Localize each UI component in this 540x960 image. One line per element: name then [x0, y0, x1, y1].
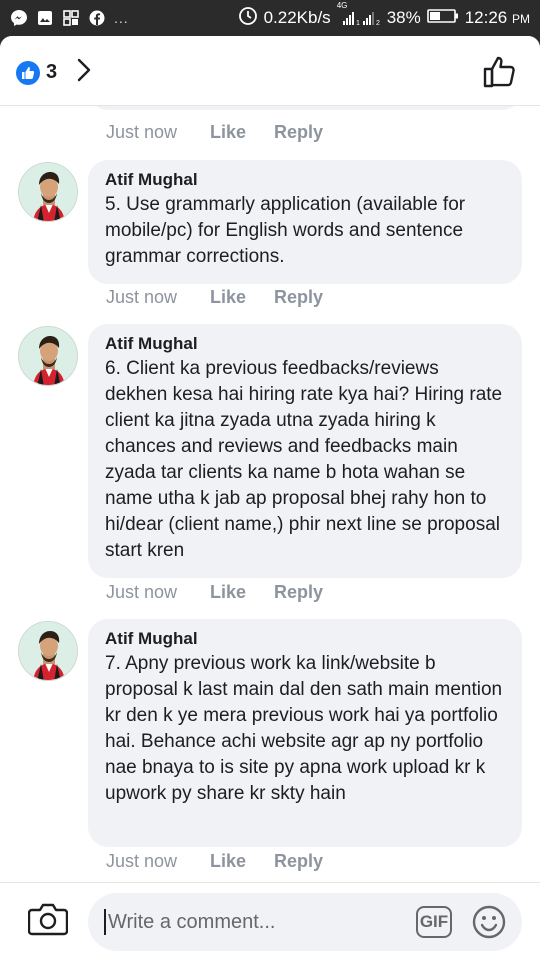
signal-icon: 4G 1 2 [337, 1, 381, 27]
facebook-icon [88, 9, 106, 27]
reactions-header: 3 [0, 36, 540, 106]
comment-bubble[interactable]: Atif Mughal 5. Use grammarly application… [88, 160, 522, 284]
comment-time: Just now [106, 582, 178, 602]
status-right: 0.22Kb/s 4G 1 2 38% 12:26 PM [238, 0, 530, 36]
comment-author[interactable]: Atif Mughal [105, 334, 506, 354]
like-comment-button[interactable]: Like [210, 851, 274, 872]
grid-app-icon [62, 9, 80, 27]
like-comment-button[interactable]: Like [210, 122, 274, 143]
clock: 12:26 PM [464, 8, 530, 27]
reply-comment-button[interactable]: Reply [274, 582, 323, 603]
smiley-icon [472, 905, 506, 939]
battery-percent: 38% [386, 8, 421, 27]
data-speed-icon [238, 6, 258, 31]
comment-actions: Just now Like Reply [106, 287, 323, 308]
reactions-summary[interactable]: 3 [16, 58, 91, 87]
comment-actions: Just now Like Reply [106, 582, 323, 603]
like-post-button[interactable] [482, 54, 518, 90]
like-comment-button[interactable]: Like [210, 287, 274, 308]
camera-button[interactable] [27, 901, 69, 937]
avatar[interactable] [18, 621, 78, 681]
comment-bubble[interactable]: Atif Mughal 6. Client ka previous feedba… [88, 324, 522, 578]
reply-comment-button[interactable]: Reply [274, 122, 323, 143]
comment-bubble[interactable]: Atif Mughal 7. Apny previous work ka lin… [88, 619, 522, 847]
image-icon [36, 9, 54, 27]
comment-input[interactable] [104, 909, 394, 935]
reply-comment-button[interactable]: Reply [274, 851, 323, 872]
svg-text:1: 1 [356, 20, 360, 27]
comment-time: Just now [106, 122, 178, 142]
comment-time: Just now [106, 287, 178, 307]
reply-comment-button[interactable]: Reply [274, 287, 323, 308]
comment-author[interactable]: Atif Mughal [105, 629, 506, 649]
messenger-icon [10, 9, 28, 27]
emoji-button[interactable] [472, 905, 506, 939]
thumbs-up-icon [483, 56, 515, 88]
data-speed: 0.22Kb/s [263, 8, 331, 27]
more-notifications-icon: ... [114, 10, 129, 26]
svg-text:2: 2 [376, 20, 380, 27]
avatar[interactable] [18, 162, 78, 222]
like-comment-button[interactable]: Like [210, 582, 274, 603]
comment-text: 6. Client ka previous feedbacks/reviews … [105, 358, 503, 561]
comment-list: Just now Like Reply Atif Mughal 5. Use g… [0, 106, 540, 882]
notification-icons: ... [0, 9, 129, 27]
previous-comment-actions: Just now Like Reply [106, 122, 323, 143]
like-reaction-icon [16, 60, 40, 85]
previous-comment-bubble [88, 106, 522, 110]
avatar[interactable] [18, 326, 78, 386]
comment-actions: Just now Like Reply [106, 851, 323, 872]
network-type-label: 4G [336, 1, 348, 10]
gif-button[interactable]: GIF [416, 906, 452, 938]
status-bar: ... 0.22Kb/s 4G 1 2 38% 12:26 PM [0, 0, 540, 36]
comment-composer: GIF [0, 882, 540, 960]
comment-author[interactable]: Atif Mughal [105, 170, 506, 190]
comment-text: 7. Apny previous work ka link/website b … [105, 653, 503, 804]
comments-sheet: 3 Just now Like Reply Atif Mughal 5. Use… [0, 36, 540, 960]
battery-icon [426, 8, 459, 29]
like-count: 3 [46, 61, 58, 83]
camera-icon [27, 903, 69, 936]
comment-text: 5. Use grammarly application (available … [105, 194, 466, 267]
comment-time: Just now [106, 851, 178, 871]
comment-input-wrapper: GIF [88, 893, 522, 951]
chevron-right-icon [77, 58, 91, 87]
